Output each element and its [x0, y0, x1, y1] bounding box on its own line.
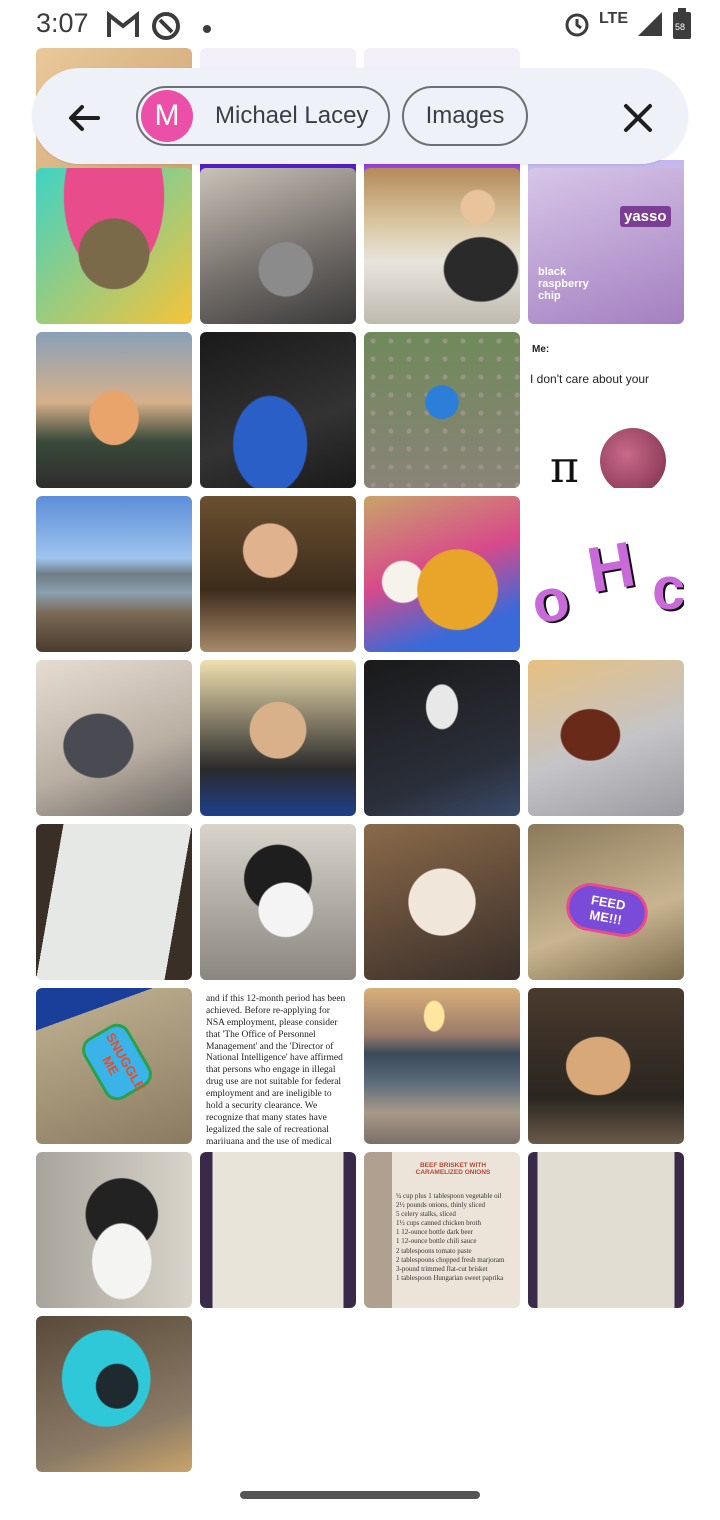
network-type: LTE [598, 9, 628, 27]
recipe-line: 3-pound trimmed flat-cut brisket [396, 1264, 488, 1273]
snuggle-me-text: SNUGGLE ME [76, 1018, 158, 1106]
pi-symbol: π [550, 442, 579, 488]
gmail-icon [106, 10, 140, 45]
photo-cart-pot[interactable] [200, 168, 356, 324]
search-filter-bar: M Michael Lacey Images [32, 68, 688, 164]
photo-recipe-page[interactable]: BEEF BRISKET WITH CARAMELIZED ONIONS ¼ c… [364, 1152, 520, 1308]
images-chip-label: Images [425, 102, 505, 129]
yasso-brand: yasso [620, 206, 671, 227]
photo-bridge-river[interactable] [36, 496, 192, 652]
recipe-line: 2½ pounds onions, thinly sliced [396, 1201, 486, 1210]
status-bar: 3:07 LTE 58 [0, 0, 720, 52]
photo-oh-letters[interactable]: o H c [528, 496, 684, 652]
photo-sonic-mask[interactable] [200, 332, 356, 488]
arrow-left-icon [69, 105, 100, 131]
images-chip[interactable]: Images [402, 86, 528, 146]
recipe-line: 5 celery stalks, sliced [396, 1210, 456, 1219]
recipe-line: 1 12-ounce bottle chili sauce [396, 1237, 477, 1246]
photo-cat-bed[interactable] [36, 1316, 192, 1472]
onion-image [600, 428, 666, 488]
photo-woman-selfie[interactable] [200, 660, 356, 816]
alarm-icon [563, 10, 591, 43]
recipe-line: 2 tablespoons tomato paste [396, 1246, 472, 1255]
oh-letter-o: o [528, 563, 576, 638]
photo-dog-red-collar[interactable] [528, 988, 684, 1144]
recipe-lines: ¼ cup plus 1 tablespoon vegetable oil 2½… [396, 1192, 516, 1283]
photo-cat-black-white[interactable] [200, 824, 356, 980]
recipe-line: 1 tablespoon Hungarian sweet paprika [396, 1273, 504, 1282]
back-button[interactable] [64, 98, 104, 138]
photo-woman-kitchen[interactable] [364, 168, 520, 324]
status-right: LTE 58 [563, 8, 692, 45]
oh-letter-h: H [582, 527, 641, 607]
home-indicator[interactable] [240, 1491, 480, 1499]
notification-dot-icon [203, 20, 211, 38]
avatar: M [141, 90, 193, 142]
feed-me-text: FEED ME!!! [562, 879, 652, 941]
person-chip[interactable]: M Michael Lacey [136, 86, 390, 146]
clear-search-button[interactable] [618, 98, 658, 138]
photo-sunset-beach[interactable] [364, 988, 520, 1144]
photo-text-document[interactable]: and if this 12-month period has been ach… [200, 988, 356, 1144]
recipe-line: ¼ cup plus 1 tablespoon vegetable oil [396, 1192, 502, 1200]
document-text: and if this 12-month period has been ach… [206, 994, 346, 1144]
photo-cat-sombrero[interactable] [36, 168, 192, 324]
close-icon [624, 104, 652, 132]
photo-cat-closeup[interactable] [364, 824, 520, 980]
photo-black-shirt[interactable] [364, 660, 520, 816]
photo-dog-sitting[interactable] [36, 660, 192, 816]
recipe-line: 1½ cups canned chicken broth [396, 1219, 481, 1228]
photo-yasso-box[interactable]: yasso black raspberry chip [528, 168, 684, 324]
photo-tacos-foil[interactable] [528, 660, 684, 816]
photo-feed-me-pin[interactable]: FEED ME!!! [528, 824, 684, 980]
photo-snuggle-me-pin[interactable]: SNUGGLE ME [36, 988, 192, 1144]
recipe-line: 2 tablespoons chopped fresh marjoram [396, 1255, 505, 1264]
photo-wine-glass[interactable] [36, 332, 192, 488]
photo-book-page[interactable] [200, 1152, 356, 1308]
photo-cat-tuxedo[interactable] [36, 1152, 192, 1308]
photo-meme-onion[interactable]: Me: I don't care about your π [528, 332, 684, 488]
photo-omelette-plate[interactable] [364, 496, 520, 652]
photo-man-eating[interactable] [200, 496, 356, 652]
photo-toddler-stones[interactable] [364, 332, 520, 488]
status-time: 3:07 [36, 8, 89, 38]
yasso-flavor: black raspberry chip [538, 266, 589, 303]
data-saver-icon [150, 10, 182, 47]
meme-line-1: Me: [532, 344, 550, 355]
person-chip-label: Michael Lacey [215, 102, 369, 129]
oh-letter-c: c [652, 555, 684, 622]
battery-level: 58 [675, 22, 686, 32]
battery-icon: 58 [672, 8, 692, 45]
photo-open-book[interactable] [528, 1152, 684, 1308]
recipe-line: 1 12-ounce bottle dark beer [396, 1228, 473, 1237]
signal-icon [636, 10, 664, 43]
recipe-title: BEEF BRISKET WITH CARAMELIZED ONIONS [415, 1162, 491, 1176]
photo-menu[interactable] [36, 824, 192, 980]
meme-line-2: I don't care about your [530, 372, 650, 386]
